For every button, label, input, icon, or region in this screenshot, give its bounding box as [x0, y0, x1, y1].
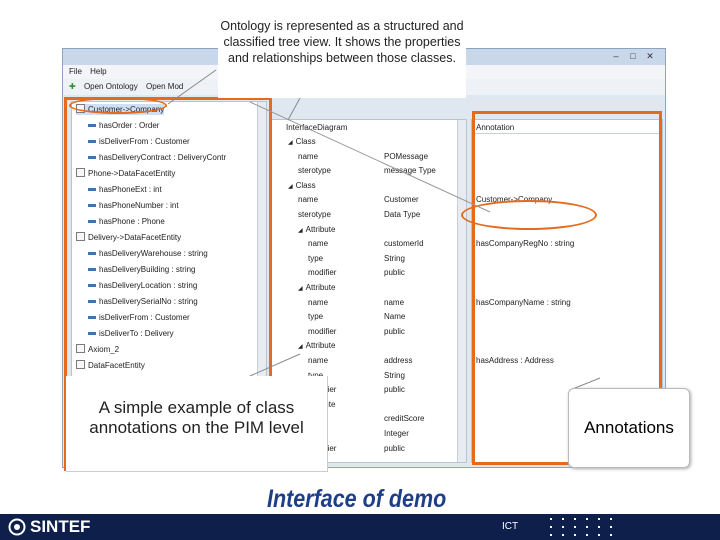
- pattern-dot: [586, 518, 588, 520]
- pattern-dot: [574, 518, 576, 520]
- pattern-dot: [574, 534, 576, 536]
- pattern-dot: [574, 526, 576, 528]
- pattern-dot: [562, 526, 564, 528]
- ict-label: ICT: [502, 521, 519, 532]
- callout-class-annotation: A simple example of class annotations on…: [66, 376, 328, 472]
- pattern-dot: [610, 534, 612, 536]
- pattern-dot: [586, 526, 588, 528]
- pattern-dot: [586, 534, 588, 536]
- pattern-dot: [550, 534, 552, 536]
- pattern-dot: [562, 518, 564, 520]
- footer-bar: SINTEF ICT: [0, 514, 720, 540]
- pattern-dot: [550, 526, 552, 528]
- callout-ontology-tree: Ontology is represented as a structured …: [218, 0, 466, 98]
- sintef-logo-icon: [8, 518, 26, 536]
- dot-pattern: [546, 514, 626, 540]
- slide-title: Interface of demo: [266, 485, 447, 513]
- pattern-dot: [610, 518, 612, 520]
- callout-annotations: Annotations: [568, 388, 690, 468]
- pattern-dot: [598, 526, 600, 528]
- pattern-dot: [562, 534, 564, 536]
- pattern-dot: [550, 518, 552, 520]
- pattern-dot: [610, 526, 612, 528]
- pattern-dot: [598, 518, 600, 520]
- pattern-dot: [598, 534, 600, 536]
- sintef-logo-text: SINTEF: [30, 517, 91, 536]
